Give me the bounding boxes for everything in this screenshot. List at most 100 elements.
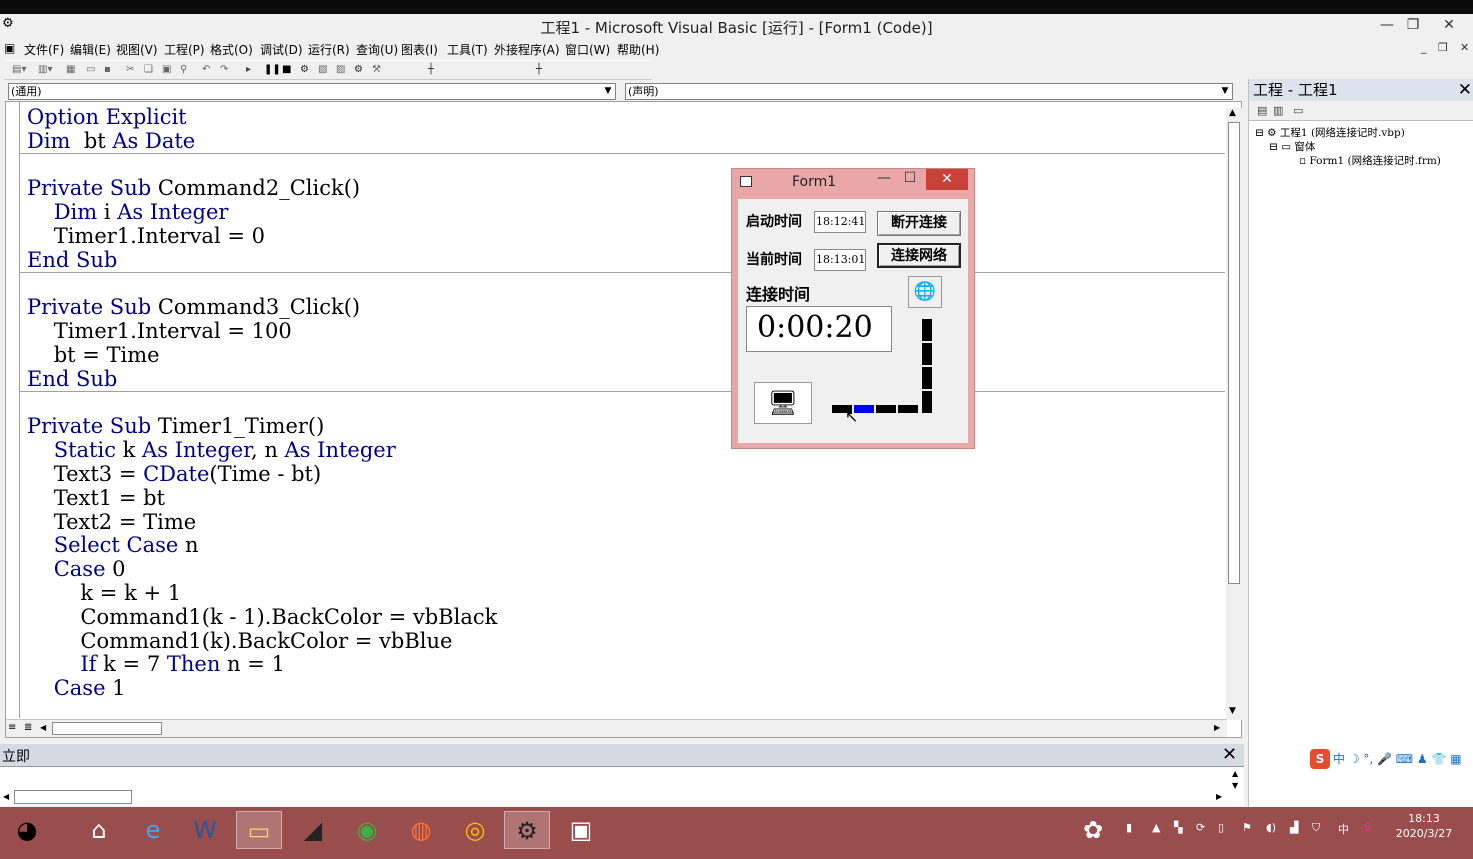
menu-help[interactable]: 帮助(H) [617, 41, 659, 58]
toggle-folders-icon[interactable]: ▭ [1293, 104, 1303, 117]
colorful-app-icon[interactable]: ✿ [1070, 811, 1116, 849]
scroll-thumb[interactable] [14, 790, 132, 804]
menu-format[interactable]: 格式(O) [210, 41, 253, 58]
code-line[interactable]: Case 0 [27, 557, 1227, 582]
scroll-down-icon[interactable]: ▼ [1229, 706, 1236, 716]
code-line[interactable]: bt = Time [27, 343, 1227, 368]
scroll-up-icon[interactable]: ▲ [1229, 108, 1236, 118]
code-line[interactable]: Text2 = Time [27, 510, 1227, 535]
flag-icon[interactable]: ⚑ [1242, 821, 1252, 834]
code-line[interactable]: Select Case n [27, 533, 1227, 558]
network-icon[interactable]: ▟ [1290, 821, 1298, 834]
sogou-ime-icon[interactable]: S [1310, 749, 1330, 769]
code-line[interactable]: End Sub [27, 248, 1227, 273]
scroll-right-icon[interactable]: ▶ [1214, 723, 1220, 732]
code-line[interactable]: Dim i As Integer [27, 200, 1227, 225]
elapsed-time-textbox[interactable]: 0:00:20 [746, 306, 892, 352]
menu-debug[interactable]: 调试(D) [260, 41, 303, 58]
project-close-icon[interactable]: ✕ [1458, 79, 1472, 101]
code-window-icon[interactable]: ▣ [4, 41, 15, 55]
procedure-combo[interactable]: (声明) ▼ [625, 83, 1233, 100]
menu-tools[interactable]: 工具(T) [447, 41, 488, 58]
form-layout-icon[interactable]: ▨ [336, 64, 345, 75]
menu-run[interactable]: 运行(R) [308, 41, 350, 58]
code-line[interactable]: If k = 7 Then n = 1 [27, 652, 1227, 677]
code-line[interactable] [27, 154, 1227, 178]
code-line[interactable]: Text3 = CDate(Time - bt) [27, 462, 1227, 487]
menu-edit[interactable]: 编辑(E) [70, 41, 111, 58]
browser-360-icon[interactable]: ◉ [344, 811, 390, 849]
start-time-textbox[interactable]: 18:12:41 [814, 211, 866, 233]
scroll-left-icon[interactable]: ◀ [3, 792, 9, 801]
code-line[interactable]: Timer1.Interval = 100 [27, 319, 1227, 344]
current-time-textbox[interactable]: 18:13:01 [814, 249, 866, 271]
connect-button[interactable]: 连接网络 [877, 243, 961, 268]
tray-device-icon[interactable]: ▯ [1218, 821, 1224, 834]
form-maximize-button[interactable]: ☐ [898, 170, 922, 186]
scroll-right-icon[interactable]: ▶ [1216, 792, 1222, 801]
menu-file[interactable]: 文件(F) [24, 41, 64, 58]
input-language-icon[interactable]: 中 [1338, 821, 1349, 837]
code-line[interactable]: Command1(k - 1).BackColor = vbBlack [27, 605, 1227, 630]
shield-icon[interactable]: ⛉ [1312, 821, 1320, 835]
vb6-taskbar-icon[interactable]: ⚙ [504, 811, 550, 849]
tree-forms-folder[interactable]: ⊟ ▭ 窗体 [1269, 139, 1315, 154]
scroll-left-icon[interactable]: ◀ [40, 723, 46, 732]
sogou-tray-icon[interactable]: S [1364, 821, 1371, 834]
menu-view[interactable]: 视图(V) [116, 41, 158, 58]
home-icon[interactable]: ⌂ [76, 811, 122, 849]
progress-segment[interactable] [898, 405, 918, 413]
form-minimize-button[interactable]: — [872, 170, 896, 186]
code-line[interactable]: k = k + 1 [27, 581, 1227, 606]
ime-toolbar[interactable]: S中 ☽ °, 🎤 ⌨ ♟ 👕 ▦ [1310, 749, 1462, 769]
scroll-thumb[interactable] [52, 722, 162, 735]
full-module-view-icon[interactable]: ≣ [24, 722, 32, 733]
cut-icon[interactable]: ✂ [126, 64, 134, 75]
chrome-icon[interactable]: ◎ [452, 811, 498, 849]
open-icon[interactable]: ▭ [86, 64, 95, 75]
menu-addins[interactable]: 外接程序(A) [494, 41, 560, 58]
code-line[interactable]: Option Explicit [27, 106, 1227, 130]
paste-icon[interactable]: ▣ [162, 64, 171, 75]
word-icon[interactable]: W [182, 811, 228, 849]
scroll-up-icon[interactable]: ▲ [1232, 769, 1238, 778]
code-vertical-scrollbar[interactable]: ▲ ▼ [1226, 108, 1242, 720]
code-line[interactable] [27, 392, 1227, 416]
code-line[interactable]: Timer1.Interval = 0 [27, 224, 1227, 249]
menu-query[interactable]: 查询(U) [356, 41, 398, 58]
end-icon[interactable]: ■ [282, 64, 291, 75]
close-button[interactable]: ✕ [1436, 14, 1462, 36]
restore-button[interactable]: ❐ [1400, 14, 1426, 36]
scroll-down-icon[interactable]: ▼ [1232, 781, 1238, 790]
firefox-icon[interactable]: ◍ [398, 811, 444, 849]
code-line[interactable]: Dim bt As Date [27, 129, 1227, 154]
save-icon[interactable]: ▪ [104, 64, 111, 75]
start-button-icon[interactable]: ◕ [4, 811, 50, 849]
toolbox-icon[interactable]: ⚒ [372, 64, 381, 75]
view-object-icon[interactable]: ▥ [1273, 104, 1283, 117]
add-form-icon[interactable]: ▥▾ [38, 64, 52, 75]
find-icon[interactable]: ⚲ [180, 64, 187, 75]
break-icon[interactable]: ❚❚ [264, 64, 281, 75]
tray-sync-icon[interactable]: ⟳ [1196, 821, 1205, 834]
child-restore-button[interactable]: ❐ [1438, 41, 1448, 54]
child-minimize-button[interactable]: _ [1421, 41, 1427, 54]
code-line[interactable]: Private Sub Timer1_Timer() [27, 414, 1227, 439]
copy-icon[interactable]: ❏ [144, 64, 153, 75]
progress-segment[interactable] [922, 319, 932, 341]
clock[interactable]: 18:13 2020/3/27 [1394, 811, 1454, 841]
code-line[interactable]: Text1 = bt [27, 486, 1227, 511]
add-project-icon[interactable]: ▤▾ [12, 64, 26, 75]
code-line[interactable]: Case 1 [27, 676, 1227, 701]
disconnect-button[interactable]: 断开连接 [877, 211, 961, 236]
globe-icon[interactable]: 🌐 [908, 276, 942, 308]
progress-segment[interactable] [922, 343, 932, 365]
immediate-window[interactable]: ▲ ▼ ◀ ▶ [0, 766, 1244, 806]
immediate-close-icon[interactable]: ✕ [1222, 744, 1242, 765]
procedure-view-icon[interactable]: ≡ [8, 722, 16, 733]
form-close-button[interactable]: ✕ [926, 169, 968, 190]
menu-window[interactable]: 窗口(W) [565, 41, 610, 58]
collapse-icon[interactable]: ⊟ [1269, 141, 1278, 153]
progress-segment[interactable] [876, 405, 896, 413]
view-code-icon[interactable]: ▤ [1257, 104, 1267, 117]
